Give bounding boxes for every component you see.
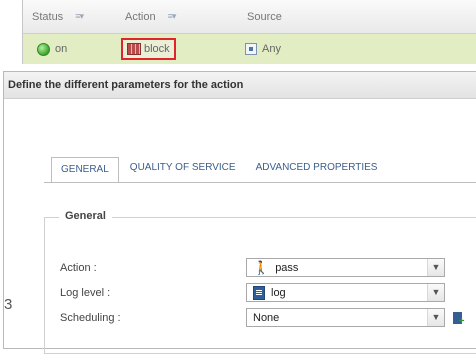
general-section: General Action : 🚶 pass ▼ Log level : lo… [44, 210, 476, 354]
rules-grid: Status ≡▾ Action ≡▾ Source on block Any [22, 0, 476, 64]
scheduling-select[interactable]: None ▼ + [246, 308, 465, 327]
log-level-row: Log level : log ▼ [60, 283, 445, 302]
sort-filter-icon[interactable]: ≡▾ [75, 11, 84, 22]
any-object-icon [245, 43, 257, 55]
status-value: on [55, 43, 68, 55]
block-icon [127, 43, 141, 55]
status-cell[interactable]: on [23, 34, 121, 64]
tab-advanced-properties[interactable]: ADVANCED PROPERTIES [247, 156, 387, 180]
column-header-status[interactable]: Status ≡▾ [23, 0, 116, 33]
log-icon [253, 285, 265, 300]
dialog-title: Define the different parameters for the … [4, 72, 476, 99]
tab-bar: GENERAL QUALITY OF SERVICE ADVANCED PROP… [51, 156, 388, 183]
table-row[interactable]: on block Any [23, 34, 476, 64]
chevron-down-icon[interactable]: ▼ [427, 284, 444, 301]
action-value: block [144, 43, 170, 55]
dialog-body: GENERAL QUALITY OF SERVICE ADVANCED PROP… [4, 99, 476, 354]
tab-general[interactable]: GENERAL [51, 157, 119, 183]
section-title: General [59, 210, 112, 222]
column-header-action[interactable]: Action ≡▾ [116, 0, 238, 33]
chevron-down-icon[interactable]: ▼ [427, 309, 444, 326]
tab-quality-of-service[interactable]: QUALITY OF SERVICE [121, 156, 245, 180]
tab-divider [44, 182, 476, 183]
side-mark: 3 [4, 296, 13, 313]
action-cell[interactable]: block [121, 34, 245, 64]
column-header-source[interactable]: Source [238, 0, 438, 33]
action-label: Action : [60, 261, 97, 274]
log-level-label: Log level : [60, 286, 111, 299]
scheduling-row: Scheduling : None ▼ + [60, 308, 465, 327]
sort-filter-icon[interactable]: ≡▾ [168, 11, 177, 22]
pass-icon: 🚶 [253, 260, 270, 275]
action-row: Action : 🚶 pass ▼ [60, 258, 445, 277]
status-on-icon [37, 42, 50, 56]
chevron-down-icon[interactable]: ▼ [427, 259, 444, 276]
source-value: Any [262, 43, 281, 55]
action-select[interactable]: 🚶 pass ▼ [246, 258, 445, 277]
action-select-value: pass [275, 261, 299, 274]
source-cell[interactable]: Any [245, 34, 445, 64]
action-dialog: Define the different parameters for the … [3, 71, 476, 354]
scheduling-label: Scheduling : [60, 311, 121, 324]
scheduling-select-value: None [253, 311, 280, 324]
grid-header: Status ≡▾ Action ≡▾ Source [23, 0, 476, 34]
add-schedule-icon[interactable]: + [449, 310, 465, 327]
action-highlight[interactable]: block [121, 38, 176, 60]
log-level-select-value: log [271, 286, 286, 299]
log-level-select[interactable]: log ▼ [246, 283, 445, 302]
